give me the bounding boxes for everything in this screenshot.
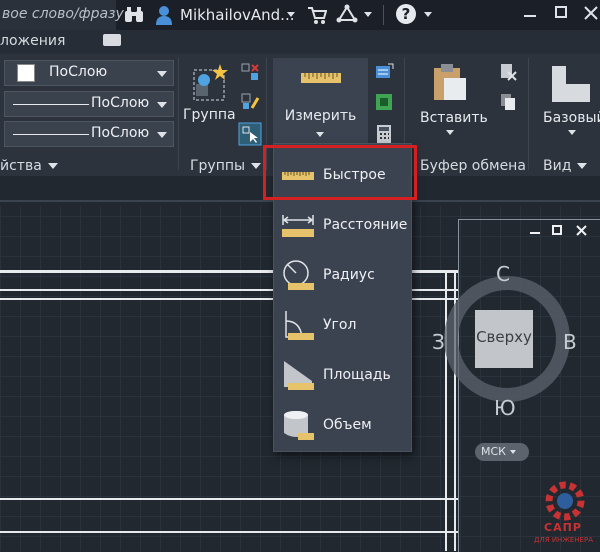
chevron-down-icon xyxy=(509,450,516,454)
copy-icon[interactable] xyxy=(498,92,518,112)
group-edit-icon[interactable] xyxy=(240,92,260,112)
drawing-line xyxy=(0,531,458,533)
user-icon[interactable] xyxy=(155,5,173,25)
volume-icon xyxy=(284,411,314,440)
sapr-logo-icon xyxy=(545,481,585,521)
color-combo[interactable]: ПоСлою xyxy=(4,60,174,86)
panel-divider xyxy=(528,58,529,170)
a360-menu-arrow[interactable] xyxy=(364,12,372,17)
binoculars-icon[interactable] xyxy=(124,6,144,24)
drawing-line xyxy=(445,270,447,551)
menu-item-label: Объем xyxy=(323,417,372,433)
menu-item-volume[interactable]: Объем xyxy=(274,403,411,447)
menu-item-label: Площадь xyxy=(323,367,391,383)
measure-label: Измерить xyxy=(284,108,357,124)
viewcube-top-face[interactable]: Сверху xyxy=(475,310,533,368)
group-select-icon[interactable] xyxy=(238,122,262,146)
menu-item-area[interactable]: Площадь xyxy=(274,353,411,397)
color-value: ПоСлою xyxy=(49,64,108,80)
close-icon[interactable] xyxy=(584,6,598,20)
help-icon[interactable]: ? xyxy=(396,4,416,24)
lineweight-value: ПоСлою xyxy=(91,125,150,141)
compass-north[interactable]: С xyxy=(496,262,510,286)
viewport-minimize-icon[interactable] xyxy=(530,232,540,234)
panel-divider xyxy=(178,58,179,170)
paste-icon[interactable] xyxy=(430,62,468,102)
chevron-down-icon xyxy=(316,132,324,137)
watermark-title: САПР xyxy=(544,521,582,534)
ruler-icon xyxy=(301,73,341,83)
chevron-down-icon[interactable] xyxy=(446,130,454,135)
compass-west[interactable]: З xyxy=(432,330,445,354)
calculator-icon[interactable] xyxy=(374,124,394,144)
username[interactable]: MikhailovAnd... xyxy=(180,6,294,24)
menu-item-label: Угол xyxy=(323,317,357,333)
drawing-line xyxy=(0,498,458,500)
tab-label-partial[interactable]: ложения xyxy=(0,33,65,49)
properties-title-text: йства xyxy=(0,158,42,174)
menu-item-distance[interactable]: Расстояние xyxy=(274,203,411,247)
help-menu-arrow[interactable] xyxy=(424,12,432,17)
viewport-close-icon[interactable] xyxy=(576,225,587,236)
compass-south[interactable]: Ю xyxy=(494,396,516,420)
linetype-preview xyxy=(13,104,89,105)
search-input[interactable]: вое слово/фразу xyxy=(0,0,124,30)
viewcube-face-label: Сверху xyxy=(476,328,532,346)
ucs-menu[interactable]: МСК xyxy=(475,443,529,461)
minimize-icon[interactable] xyxy=(524,15,536,17)
linetype-combo[interactable]: ПоСлою xyxy=(4,91,174,117)
angle-icon xyxy=(285,311,314,340)
group-button-label[interactable]: Группа xyxy=(183,107,236,123)
chevron-down-icon xyxy=(157,102,167,108)
view-title-text: Вид xyxy=(543,158,572,174)
highlight-box xyxy=(263,145,417,200)
cart-icon[interactable] xyxy=(307,5,327,25)
properties-panel-title[interactable]: йства xyxy=(0,158,58,174)
maximize-icon[interactable] xyxy=(555,6,567,18)
cut-icon[interactable] xyxy=(498,62,518,82)
chevron-down-icon[interactable] xyxy=(568,130,576,135)
group-icon[interactable] xyxy=(186,62,230,102)
chevron-down-icon xyxy=(577,163,588,169)
groups-title-text: Группы xyxy=(190,158,246,174)
id-point-icon[interactable] xyxy=(374,92,394,112)
ungroup-icon[interactable] xyxy=(240,62,260,82)
compass-east[interactable]: В xyxy=(563,330,577,354)
chevron-down-icon xyxy=(251,163,262,169)
ribbon-tab-row: ложения xyxy=(0,30,600,54)
watermark-subtitle: ДЛЯ ИНЖЕНЕРА xyxy=(534,536,593,544)
viewport-restore-icon[interactable] xyxy=(552,225,562,235)
clipboard-panel-title[interactable]: Буфер обмена xyxy=(420,158,526,174)
menu-item-label: Радиус xyxy=(323,267,375,283)
a360-share-icon[interactable] xyxy=(336,4,358,24)
base-view-label[interactable]: Базовый xyxy=(543,110,600,126)
view-panel-title[interactable]: Вид xyxy=(543,158,588,174)
lineweight-preview xyxy=(13,134,89,135)
chevron-down-icon xyxy=(47,163,58,169)
distance-icon xyxy=(282,215,314,237)
user-menu-arrow[interactable] xyxy=(287,12,295,17)
paste-label[interactable]: Вставить xyxy=(420,110,488,126)
search-placeholder: вое слово/фразу xyxy=(2,6,124,22)
base-view-icon[interactable] xyxy=(550,64,592,104)
linetype-value: ПоСлою xyxy=(91,95,150,111)
ribbon-toggle-icon[interactable] xyxy=(103,34,121,46)
chevron-down-icon xyxy=(157,132,167,138)
ucs-label: МСК xyxy=(481,445,506,458)
radius-icon xyxy=(283,260,314,290)
menu-item-label: Расстояние xyxy=(323,217,408,233)
field-icon[interactable] xyxy=(374,62,394,82)
groups-panel-title[interactable]: Группы xyxy=(190,158,262,174)
area-icon xyxy=(284,361,314,390)
measure-button[interactable]: Измерить xyxy=(273,58,368,144)
title-divider xyxy=(383,5,384,25)
chevron-down-icon xyxy=(157,71,167,77)
color-swatch xyxy=(17,64,35,82)
lineweight-combo[interactable]: ПоСлою xyxy=(4,121,174,147)
menu-item-angle[interactable]: Угол xyxy=(274,303,411,347)
menu-item-radius[interactable]: Радиус xyxy=(274,253,411,297)
